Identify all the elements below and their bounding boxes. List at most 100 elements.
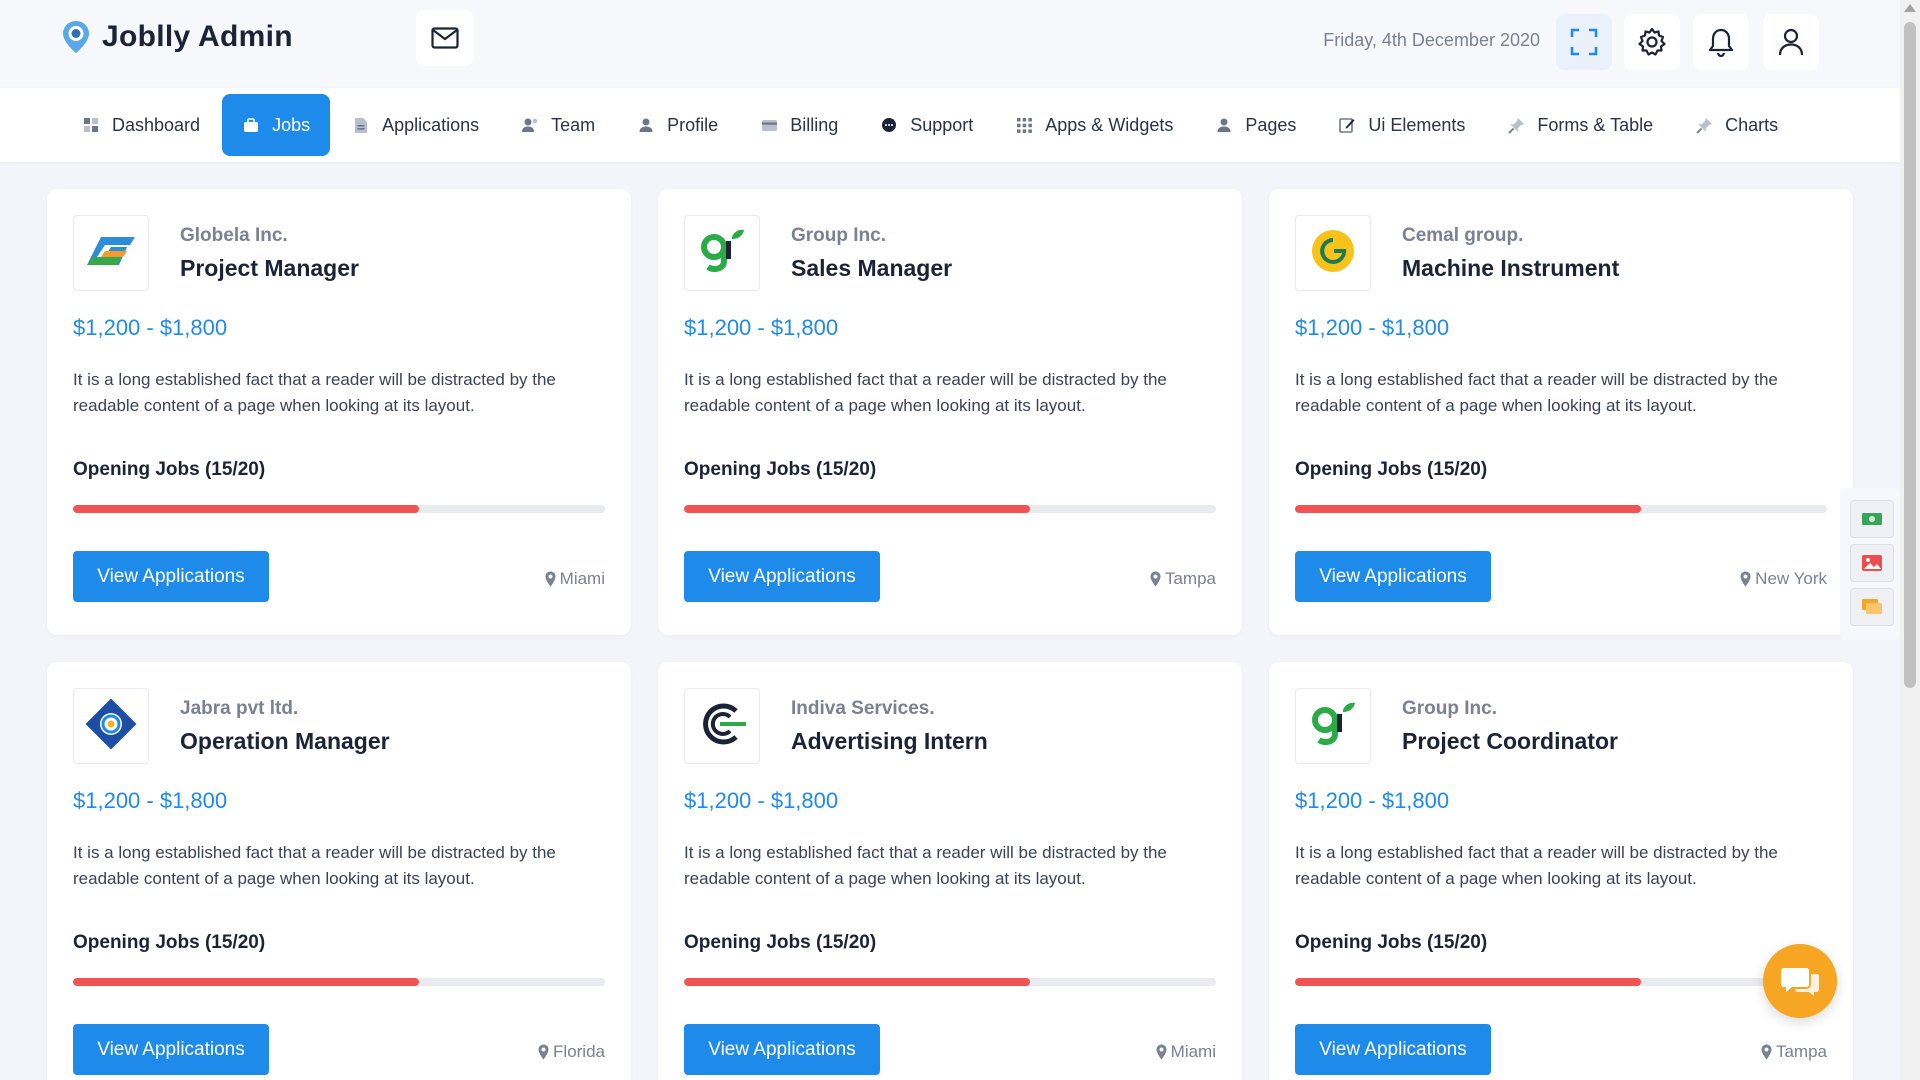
side-widget-chat-button[interactable] [1850,588,1894,626]
job-title[interactable]: Machine Instrument [1402,255,1619,282]
job-description: It is a long established fact that a rea… [684,843,1167,888]
company-logo [73,688,149,764]
user-icon [1215,116,1233,134]
company-name: Indiva Services. [791,698,935,719]
job-location: Miami [545,569,605,589]
chat-icon [1862,599,1882,614]
fullscreen-button[interactable] [1556,14,1612,70]
mail-button[interactable] [416,10,474,66]
view-applications-button[interactable]: View Applications [73,551,269,602]
view-applications-button[interactable]: View Applications [73,1024,269,1075]
team-icon [521,116,539,134]
nav-item-label: Jobs [272,114,311,135]
brand[interactable]: Joblly Admin [62,20,293,54]
user-account-button[interactable] [1763,14,1819,70]
scroll-up-arrow-icon[interactable] [1904,4,1916,12]
job-card: Group Inc. Sales Manager $1,200 - $1,800 It… [658,189,1242,635]
job-title[interactable]: Advertising Intern [791,728,988,755]
openings-progress-bar [684,505,1216,513]
scrollbar-thumb[interactable] [1904,22,1916,688]
pin-icon [1507,116,1525,134]
company-name: Cemal group. [1402,225,1524,246]
opening-jobs-label: Opening Jobs (15/20) [1295,932,1488,953]
job-title[interactable]: Operation Manager [180,728,390,755]
globela-logo-icon [83,231,139,276]
nav-item-label: Pages [1245,114,1297,135]
money-icon [1862,513,1882,525]
openings-progress-fill [73,505,419,513]
company-name: Globela Inc. [180,225,288,246]
job-title[interactable]: Sales Manager [791,255,952,282]
salary-range: $1,200 - $1,800 [684,788,839,813]
nav-item-jobs[interactable]: Jobs [222,94,331,156]
company-logo [684,688,760,764]
cemal-logo-icon [1310,228,1356,279]
salary-range: $1,200 - $1,800 [1295,315,1450,340]
chat-bubbles-icon [1781,968,1819,996]
openings-progress-fill [73,978,419,986]
openings-progress-fill [1295,505,1641,513]
view-applications-button[interactable]: View Applications [684,551,880,602]
opening-jobs-label: Opening Jobs (15/20) [1295,459,1488,480]
side-widget-money-button[interactable] [1850,500,1894,538]
user-icon [637,116,655,134]
side-widget-image-button[interactable] [1850,544,1894,582]
current-date: Friday, 4th December 2020 [1323,30,1540,50]
nav-item-ui-elements[interactable]: Ui Elements [1318,94,1485,156]
salary-range: $1,200 - $1,800 [684,315,839,340]
nav-item-forms-table[interactable]: Forms & Table [1487,94,1673,156]
opening-jobs-label: Opening Jobs (15/20) [684,932,877,953]
job-description: It is a long established fact that a rea… [684,370,1167,415]
view-applications-button[interactable]: View Applications [1295,1024,1491,1075]
settings-button[interactable] [1624,14,1680,70]
openings-progress-fill [1295,978,1641,986]
job-location-text: Miami [559,569,605,588]
user-icon [1778,28,1804,56]
company-logo [1295,215,1371,291]
map-marker-icon [1740,571,1751,587]
nav-item-label: Profile [667,114,719,135]
job-title[interactable]: Project Coordinator [1402,728,1618,755]
nav-item-applications[interactable]: Applications [332,94,499,156]
company-name: Group Inc. [1402,698,1497,719]
nav-item-label: Applications [382,114,480,135]
pin-icon [1695,116,1713,134]
job-location-text: Tampa [1775,1042,1827,1061]
job-title[interactable]: Project Manager [180,255,359,282]
nav-item-charts[interactable]: Charts [1675,94,1798,156]
notifications-button[interactable] [1693,14,1749,70]
nav-list: Dashboard Jobs Applications Team Profile Bill… [62,94,1800,156]
nav-item-team[interactable]: Team [501,94,615,156]
app-title: Joblly Admin [102,20,293,53]
edit-icon [1338,116,1356,134]
openings-progress-bar [73,978,605,986]
main-navbar: Dashboard Jobs Applications Team Profile Bill… [0,88,1900,162]
group-logo-icon [698,227,746,280]
gear-icon [1638,27,1666,56]
side-widget-panel [1840,488,1900,640]
nav-item-label: Team [551,114,596,135]
company-name: Jabra pvt ltd. [180,698,299,719]
openings-progress-fill [684,505,1030,513]
job-location: New York [1740,569,1827,589]
nav-item-label: Billing [790,114,839,135]
nav-item-label: Charts [1725,114,1779,135]
mail-icon [431,27,459,49]
opening-jobs-label: Opening Jobs (15/20) [684,459,877,480]
nav-item-apps-widgets[interactable]: Apps & Widgets [995,94,1193,156]
chat-fab-button[interactable] [1763,944,1837,1018]
nav-item-label: Support [910,114,974,135]
nav-item-dashboard[interactable]: Dashboard [62,94,220,156]
nav-item-pages[interactable]: Pages [1195,94,1316,156]
nav-item-billing[interactable]: Billing [740,94,858,156]
job-location: Miami [1156,1042,1216,1062]
job-location: Tampa [1761,1042,1827,1062]
nav-item-profile[interactable]: Profile [617,94,738,156]
view-applications-button[interactable]: View Applications [684,1024,880,1075]
nav-item-support[interactable]: Support [860,94,993,156]
map-marker-icon [1761,1044,1772,1060]
salary-range: $1,200 - $1,800 [73,315,228,340]
nav-item-label: Forms & Table [1537,114,1654,135]
job-description: It is a long established fact that a rea… [73,843,556,888]
view-applications-button[interactable]: View Applications [1295,551,1491,602]
